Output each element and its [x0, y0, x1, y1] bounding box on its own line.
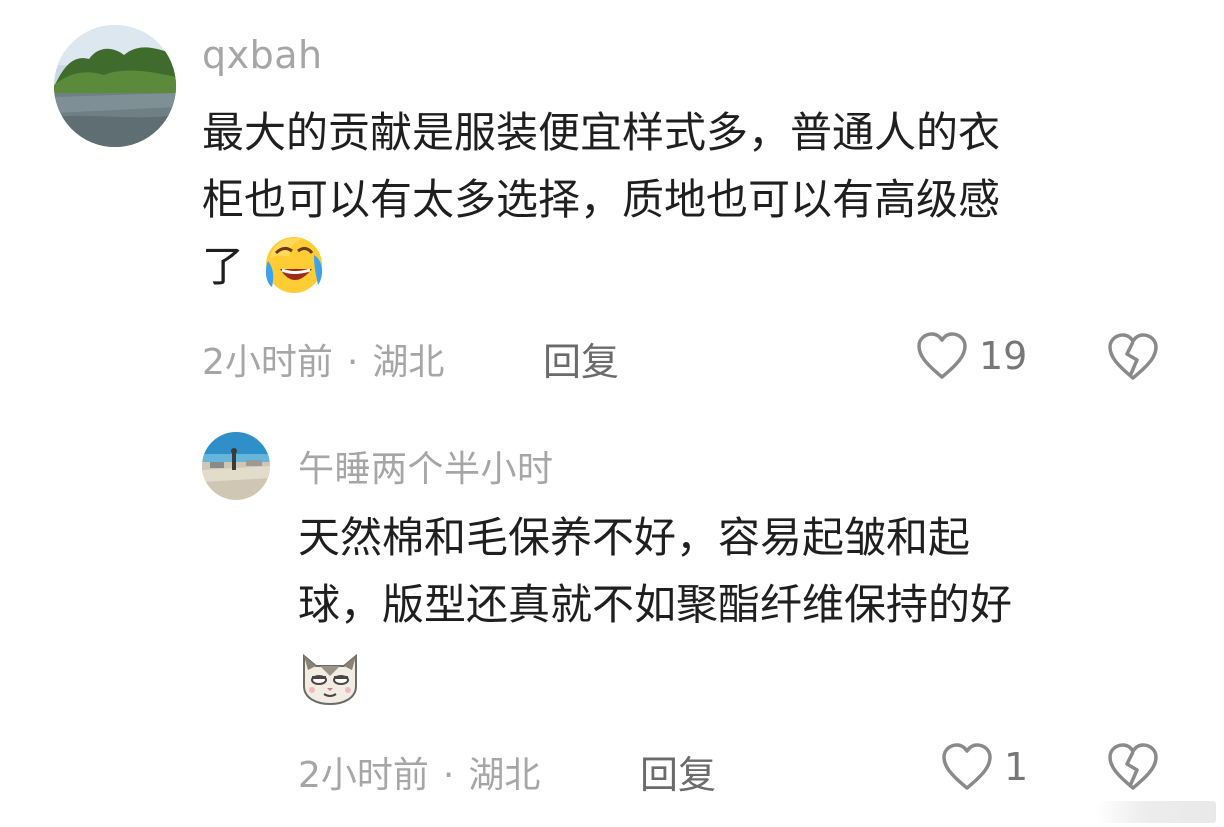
like-count: 1	[1004, 745, 1029, 789]
reply-button[interactable]: 回复	[543, 331, 619, 386]
broken-heart-icon	[1108, 333, 1158, 380]
comment-line: 柜也可以有太多选择，质地也可以有高级感	[202, 175, 1001, 224]
like-button[interactable]: 19	[915, 331, 1027, 381]
reply-comment: 午睡两个半小时 天然棉和毛保养不好，容易起皱和起 球，版型还真就不如聚酯纤维保持…	[0, 420, 1224, 827]
comment-meta: 2小时前 · 湖北	[202, 333, 444, 385]
separator-dot: ·	[442, 755, 455, 796]
heart-icon	[942, 743, 992, 790]
laugh-cry-emoji	[262, 233, 326, 314]
username[interactable]: qxbah	[202, 33, 323, 77]
comment-thread: qxbah 最大的贡献是服装便宜样式多，普通人的衣 柜也可以有太多选择，质地也可…	[0, 0, 1224, 827]
timestamp: 2小时前	[202, 342, 333, 383]
separator-dot: ·	[346, 342, 359, 383]
comment-line: 球，版型还真就不如聚酯纤维保持的好	[298, 580, 1013, 629]
timestamp: 2小时前	[298, 755, 429, 796]
comment-line	[298, 638, 1012, 718]
dislike-button[interactable]	[1106, 332, 1160, 386]
username[interactable]: 午睡两个半小时	[298, 440, 554, 492]
like-button[interactable]: 1	[940, 742, 1028, 792]
beach-avatar	[202, 432, 270, 500]
location: 湖北	[468, 755, 541, 796]
heart-icon	[917, 332, 967, 379]
reply-button[interactable]: 回复	[640, 744, 716, 799]
comment-line: 了	[202, 233, 1000, 314]
comment-line: 最大的贡献是服装便宜样式多，普通人的衣	[202, 108, 1001, 157]
comment-meta: 2小时前 · 湖北	[298, 746, 540, 798]
smug-cat-emoji	[298, 646, 362, 725]
comment-text: 天然棉和毛保养不好，容易起皱和起 球，版型还真就不如聚酯纤维保持的好	[298, 504, 1012, 718]
dislike-button[interactable]	[1106, 742, 1160, 796]
user-avatar[interactable]	[54, 25, 176, 147]
comment: qxbah 最大的贡献是服装便宜样式多，普通人的衣 柜也可以有太多选择，质地也可…	[0, 0, 1224, 400]
location: 湖北	[372, 342, 445, 383]
comment-text: 最大的贡献是服装便宜样式多，普通人的衣 柜也可以有太多选择，质地也可以有高级感 …	[202, 99, 1000, 314]
comment-line-text: 了	[202, 242, 245, 291]
comment-line: 天然棉和毛保养不好，容易起皱和起	[298, 513, 971, 562]
user-avatar[interactable]	[202, 432, 270, 500]
lakeside-trees-avatar	[54, 25, 176, 147]
watermark	[1096, 801, 1216, 823]
like-count: 19	[979, 334, 1028, 378]
broken-heart-icon	[1108, 743, 1158, 790]
